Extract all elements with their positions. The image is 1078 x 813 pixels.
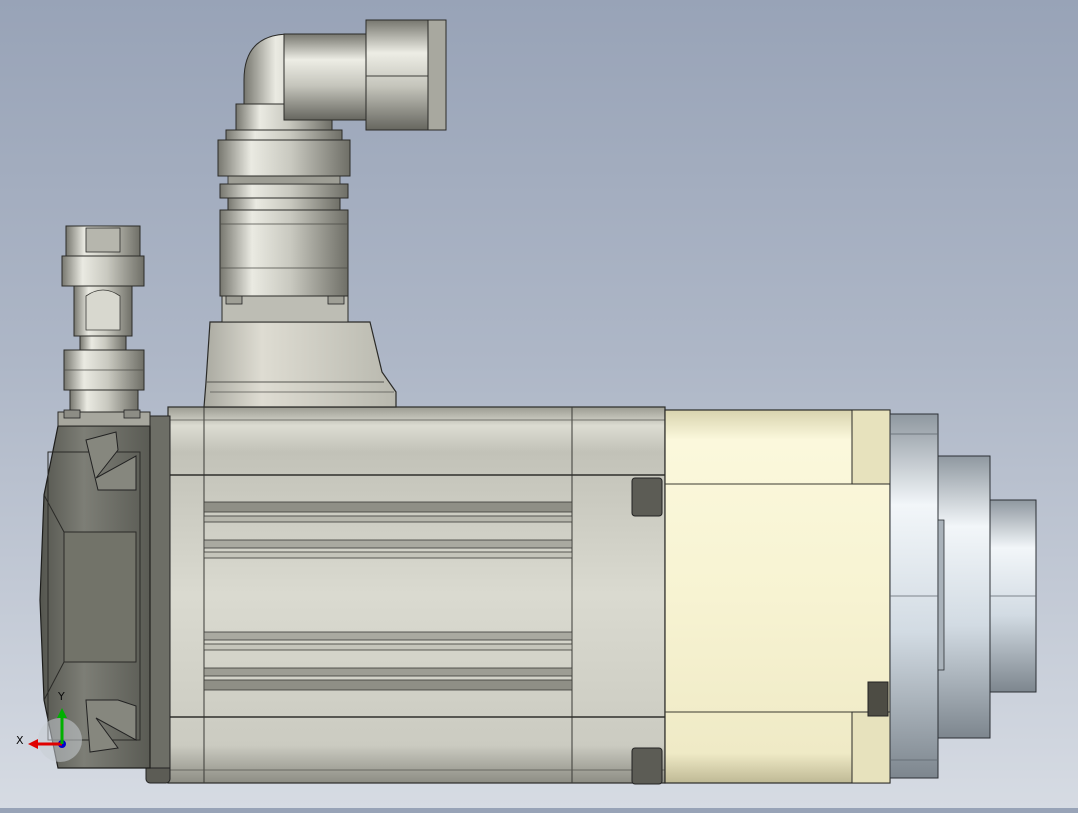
encoder-cap[interactable] xyxy=(39,415,171,769)
power-connector-box[interactable] xyxy=(203,291,397,408)
encoder-connector[interactable] xyxy=(57,225,151,427)
output-shaft[interactable] xyxy=(889,413,1037,779)
motor-housing[interactable] xyxy=(145,406,666,785)
cad-viewport[interactable] xyxy=(0,0,1078,808)
front-flange[interactable] xyxy=(664,409,891,784)
power-connector[interactable] xyxy=(217,19,447,297)
